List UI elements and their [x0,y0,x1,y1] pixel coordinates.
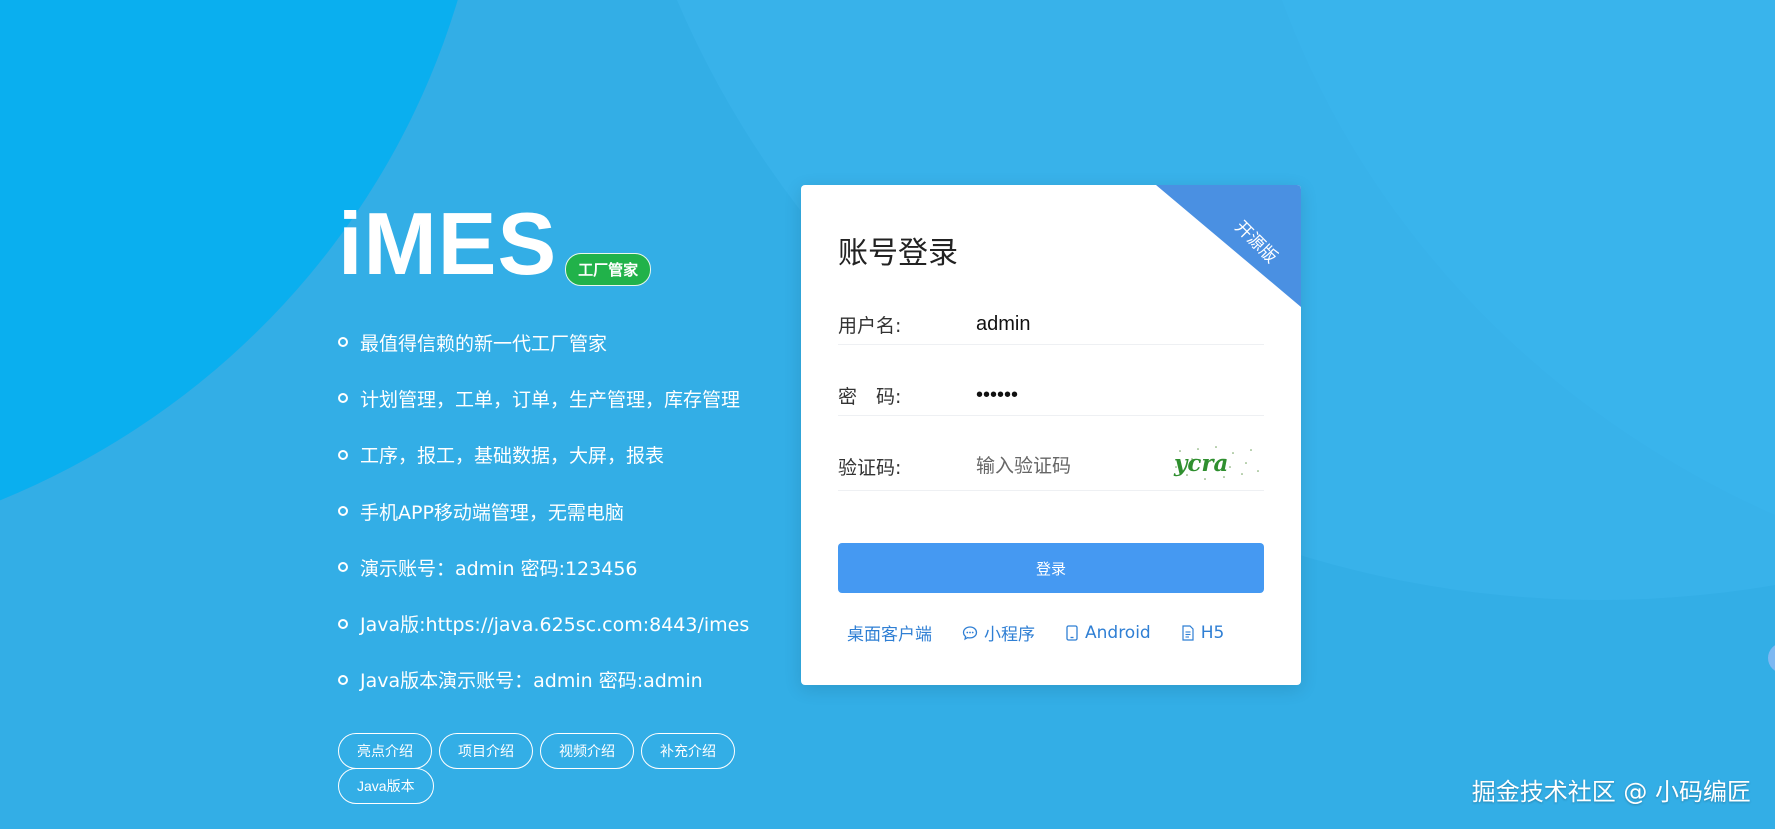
captcha-label: 验证码: [838,457,902,479]
logo-badge: 工厂管家 [565,253,652,286]
chat-bubble-icon [962,625,978,640]
h5-link[interactable]: H5 [1181,623,1224,643]
feature-item: 计划管理，工单，订单，生产管理，库存管理 [338,370,749,426]
username-input[interactable] [976,312,1176,336]
video-intro-button[interactable]: 视频介绍 [540,733,634,769]
bullet-icon [338,562,348,573]
bg-dot [1768,643,1775,673]
feature-item: Java版本演示账号：admin 密码:admin [338,652,749,708]
bullet-icon [338,393,348,404]
captcha-row: 验证码: ycra [838,443,1264,491]
captcha-text: ycra [1173,450,1228,477]
login-button[interactable]: 登录 [838,543,1264,593]
username-label: 用户名: [838,314,902,337]
feature-item: 手机APP移动端管理，无需电脑 [338,483,749,539]
username-row: 用户名: [838,304,1264,345]
extra-intro-button[interactable]: 补充介绍 [641,733,735,769]
intro-links: 亮点介绍 项目介绍 视频介绍 补充介绍 Java版本 [338,733,778,804]
feature-item: 工序，报工，基础数据，大屏，报表 [338,427,749,483]
desktop-client-link[interactable]: 桌面客户端 [847,620,932,645]
bullet-icon [338,449,348,460]
feature-list: 最值得信赖的新一代工厂管家 计划管理，工单，订单，生产管理，库存管理 工序，报工… [338,314,749,708]
feature-item: 演示账号：admin 密码:123456 [338,539,749,595]
miniprogram-link[interactable]: 小程序 [962,620,1035,645]
android-link[interactable]: Android [1065,623,1151,643]
bullet-icon [338,674,348,685]
document-icon [1182,624,1194,641]
login-card: 开源版 账号登录 用户名: 密 码: •••••• 验证码: ycra 登录 桌… [801,185,1301,685]
bullet-icon [338,506,348,517]
mobile-phone-icon [1066,624,1078,641]
login-title: 账号登录 [838,236,958,271]
client-links: 桌面客户端 小程序 Android H5 [847,620,1254,646]
captcha-image[interactable]: ycra [1172,441,1264,485]
feature-item: Java版:https://java.625sc.com:8443/imes [338,595,749,651]
captcha-input[interactable] [976,455,1176,478]
bullet-icon [338,337,348,348]
feature-item: 最值得信赖的新一代工厂管家 [338,314,749,370]
java-version-button[interactable]: Java版本 [338,768,434,804]
watermark: 掘金技术社区 @ 小码编匠 [1471,778,1751,806]
logo-row: iMES 工厂管家 [338,200,749,288]
intro-panel: iMES 工厂管家 最值得信赖的新一代工厂管家 计划管理，工单，订单，生产管理，… [338,200,749,708]
password-row: 密 码: •••••• [838,375,1264,416]
project-intro-button[interactable]: 项目介绍 [439,733,533,769]
highlights-button[interactable]: 亮点介绍 [338,733,432,769]
app-logo: iMES [338,194,558,293]
bullet-icon [338,618,348,629]
password-input[interactable]: •••••• [976,384,1176,407]
password-label: 密 码: [838,385,902,408]
